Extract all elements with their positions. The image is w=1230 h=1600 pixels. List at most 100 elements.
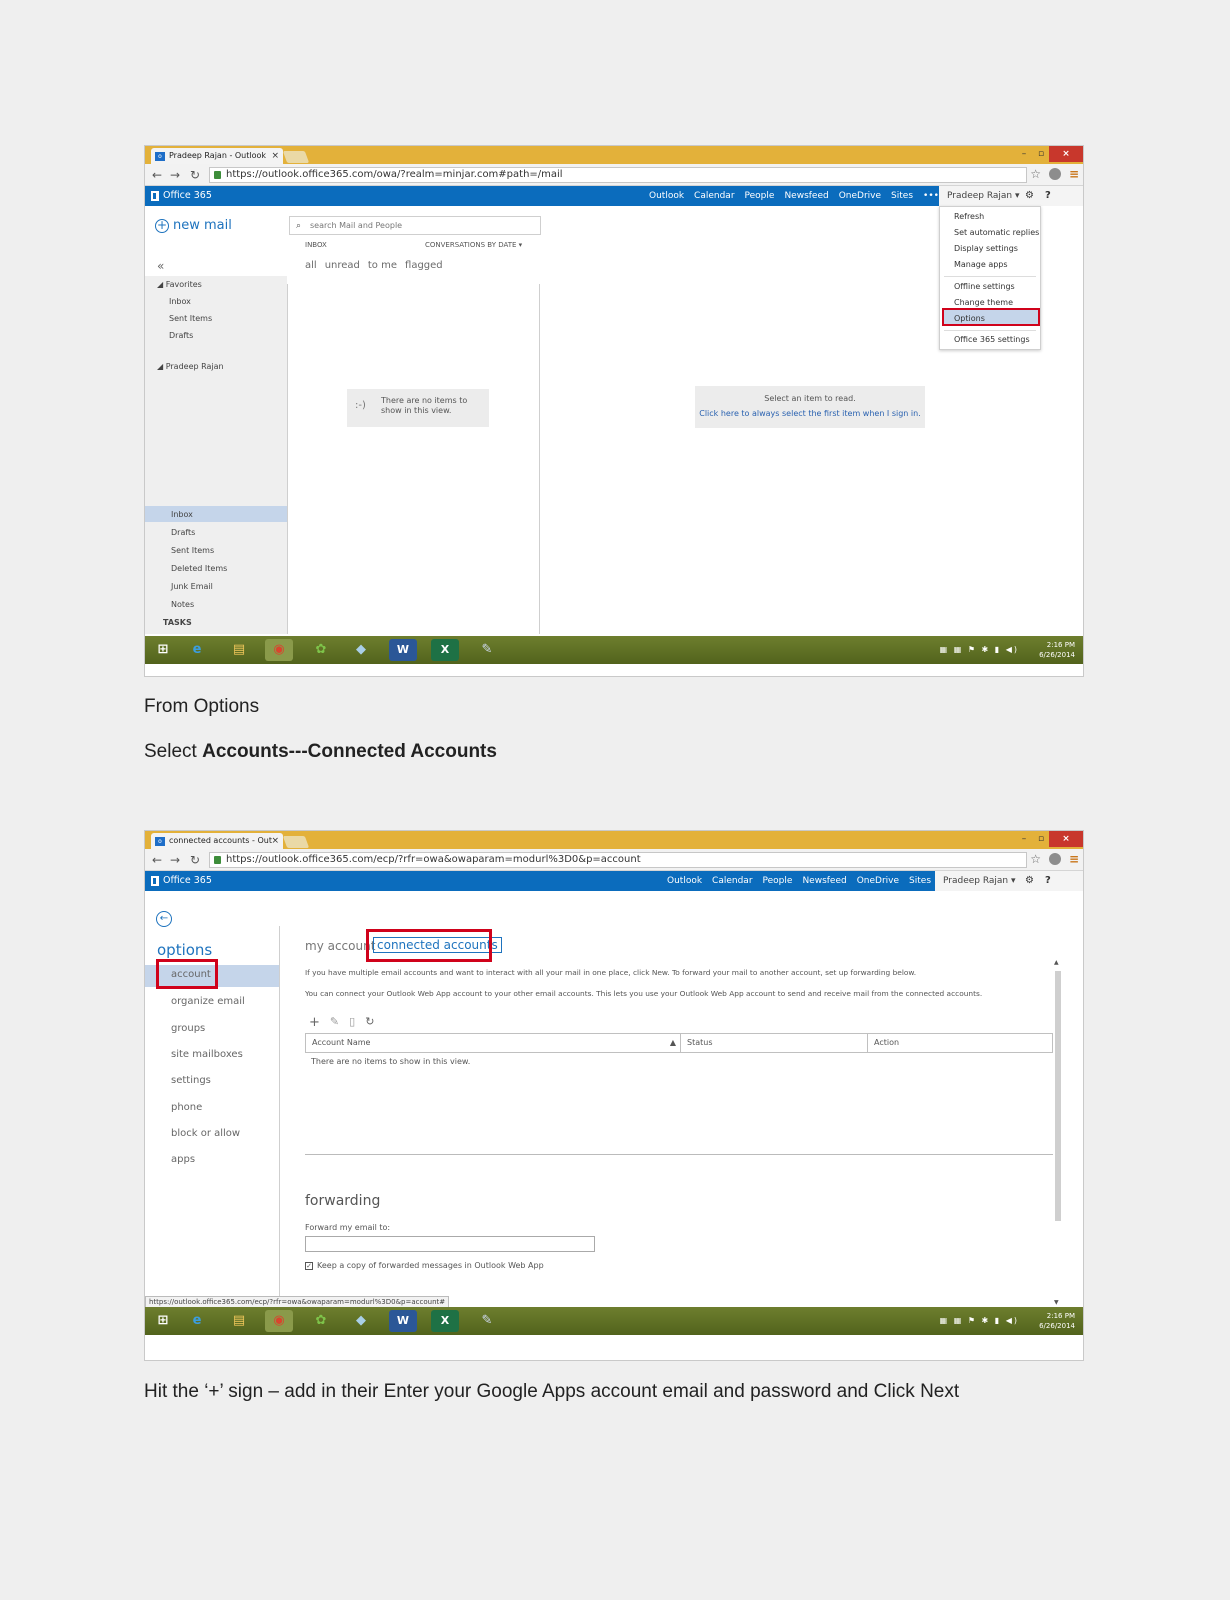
menu-change-theme[interactable]: Change theme: [954, 298, 1013, 307]
browser-tab[interactable]: o connected accounts - Out ×: [151, 833, 283, 849]
nav-newsfeed[interactable]: Newsfeed: [784, 186, 828, 208]
chrome-icon[interactable]: ◉: [265, 639, 293, 661]
minimize-icon[interactable]: –: [1015, 146, 1033, 162]
sort-dropdown[interactable]: CONVERSATIONS BY DATE ▾: [425, 241, 522, 249]
reading-pane-link[interactable]: Click here to always select the first it…: [695, 406, 925, 421]
tab-close-icon[interactable]: ×: [271, 148, 279, 164]
refresh-icon[interactable]: ↻: [365, 1015, 374, 1030]
back-icon[interactable]: ←: [149, 167, 165, 183]
bookmark-star-icon[interactable]: ☆: [1030, 167, 1041, 181]
excel-icon[interactable]: X: [431, 639, 459, 661]
nav-outlook[interactable]: Outlook: [649, 186, 685, 208]
nav-organize-email[interactable]: organize email: [171, 996, 245, 1007]
browser-menu-icon[interactable]: ≡: [1069, 852, 1079, 866]
scrollbar[interactable]: [1055, 971, 1061, 1221]
nav-more[interactable]: •••: [923, 186, 939, 208]
new-tab-button[interactable]: [282, 151, 310, 163]
folder-sent-items[interactable]: Sent Items: [171, 546, 214, 555]
favorite-inbox[interactable]: Inbox: [169, 297, 191, 306]
internet-explorer-icon[interactable]: e: [183, 1310, 211, 1332]
nav-apps[interactable]: apps: [171, 1154, 195, 1165]
tab-my-account[interactable]: my account: [305, 939, 375, 953]
nav-people[interactable]: People: [745, 186, 775, 208]
nav-calendar[interactable]: Calendar: [694, 186, 734, 208]
windows-start-icon[interactable]: ⊞: [149, 1310, 177, 1332]
nav-newsfeed[interactable]: Newsfeed: [802, 871, 846, 891]
menu-automatic-replies[interactable]: Set automatic replies: [954, 228, 1039, 237]
restore-icon[interactable]: ▫: [1033, 146, 1049, 162]
forward-icon[interactable]: →: [167, 852, 183, 868]
reload-icon[interactable]: ↻: [187, 852, 203, 868]
url-input[interactable]: https://outlook.office365.com/owa/?realm…: [209, 167, 1027, 183]
back-icon[interactable]: ←: [149, 852, 165, 868]
help-icon[interactable]: ?: [1045, 871, 1051, 891]
favorite-sent-items[interactable]: Sent Items: [169, 314, 212, 323]
user-menu[interactable]: Pradeep Rajan ▾ ⚙ ?: [935, 871, 1083, 891]
office365-logo[interactable]: Office 365: [151, 186, 212, 206]
back-arrow-icon[interactable]: ←: [156, 911, 172, 927]
windows-start-icon[interactable]: ⊞: [149, 639, 177, 661]
edit-icon[interactable]: ✎: [330, 1015, 339, 1030]
app-icon[interactable]: ◆: [347, 1310, 375, 1332]
nav-settings[interactable]: settings: [171, 1075, 211, 1086]
user-menu[interactable]: Pradeep Rajan ▾ ⚙ ?: [939, 186, 1083, 206]
gear-icon[interactable]: ⚙: [1025, 186, 1034, 206]
bookmark-star-icon[interactable]: ☆: [1030, 852, 1041, 866]
delete-icon[interactable]: ▯: [349, 1015, 355, 1030]
window-close-icon[interactable]: ×: [1049, 831, 1083, 847]
tray-clock[interactable]: 2:16 PM 6/26/2014: [1039, 640, 1075, 660]
menu-office365-settings[interactable]: Office 365 settings: [954, 335, 1030, 344]
nav-phone[interactable]: phone: [171, 1102, 202, 1113]
app-icon[interactable]: ✿: [307, 639, 335, 661]
filter-unread[interactable]: unread: [325, 260, 360, 271]
column-status[interactable]: Status: [681, 1034, 868, 1052]
menu-options[interactable]: Options: [954, 314, 985, 323]
system-tray-icons[interactable]: ▦ ▦ ⚑ ✱ ▮ ◀): [940, 1316, 1019, 1325]
forward-icon[interactable]: →: [167, 167, 183, 183]
column-account-name[interactable]: Account Name ▲: [306, 1034, 681, 1052]
filter-flagged[interactable]: flagged: [405, 260, 443, 271]
folder-deleted-items[interactable]: Deleted Items: [171, 564, 227, 573]
nav-onedrive[interactable]: OneDrive: [839, 186, 881, 208]
nav-onedrive[interactable]: OneDrive: [857, 871, 899, 891]
nav-sites[interactable]: Sites: [909, 871, 931, 891]
account-group[interactable]: ◢ Pradeep Rajan: [157, 362, 224, 371]
nav-people[interactable]: People: [763, 871, 793, 891]
folder-notes[interactable]: Notes: [171, 600, 194, 609]
browser-tab[interactable]: o Pradeep Rajan - Outlook ×: [151, 148, 283, 164]
restore-icon[interactable]: ▫: [1033, 831, 1049, 847]
nav-sites[interactable]: Sites: [891, 186, 913, 208]
nav-site-mailboxes[interactable]: site mailboxes: [171, 1049, 243, 1060]
filter-to-me[interactable]: to me: [368, 260, 397, 271]
new-mail-button[interactable]: + new mail: [155, 218, 232, 233]
word-icon[interactable]: W: [389, 639, 417, 661]
excel-icon[interactable]: X: [431, 1310, 459, 1332]
nav-groups[interactable]: groups: [171, 1023, 205, 1034]
folder-junk-email[interactable]: Junk Email: [171, 582, 213, 591]
nav-calendar[interactable]: Calendar: [712, 871, 752, 891]
favorite-drafts[interactable]: Drafts: [169, 331, 193, 340]
scroll-down-icon[interactable]: ▼: [1054, 1299, 1059, 1306]
window-close-icon[interactable]: ×: [1049, 146, 1083, 162]
file-explorer-icon[interactable]: ▤: [225, 639, 253, 661]
extension-icon[interactable]: [1049, 853, 1061, 865]
file-explorer-icon[interactable]: ▤: [225, 1310, 253, 1332]
filter-all[interactable]: all: [305, 260, 317, 271]
forward-email-input[interactable]: [305, 1236, 595, 1252]
keep-copy-checkbox[interactable]: ✓ Keep a copy of forwarded messages in Ou…: [305, 1261, 544, 1270]
paint-icon[interactable]: ✎: [473, 639, 501, 661]
extension-icon[interactable]: [1049, 168, 1061, 180]
search-input[interactable]: ⌕ search Mail and People: [289, 216, 541, 235]
system-tray-icons[interactable]: ▦ ▦ ⚑ ✱ ▮ ◀): [940, 645, 1019, 654]
minimize-icon[interactable]: –: [1015, 831, 1033, 847]
internet-explorer-icon[interactable]: e: [183, 639, 211, 661]
folder-inbox[interactable]: Inbox: [171, 510, 193, 519]
scroll-up-icon[interactable]: ▲: [1054, 959, 1059, 966]
word-icon[interactable]: W: [389, 1310, 417, 1332]
paint-icon[interactable]: ✎: [473, 1310, 501, 1332]
menu-refresh[interactable]: Refresh: [954, 212, 984, 221]
menu-offline-settings[interactable]: Offline settings: [954, 282, 1015, 291]
menu-display-settings[interactable]: Display settings: [954, 244, 1018, 253]
tasks-link[interactable]: TASKS: [163, 618, 192, 627]
app-icon[interactable]: ✿: [307, 1310, 335, 1332]
